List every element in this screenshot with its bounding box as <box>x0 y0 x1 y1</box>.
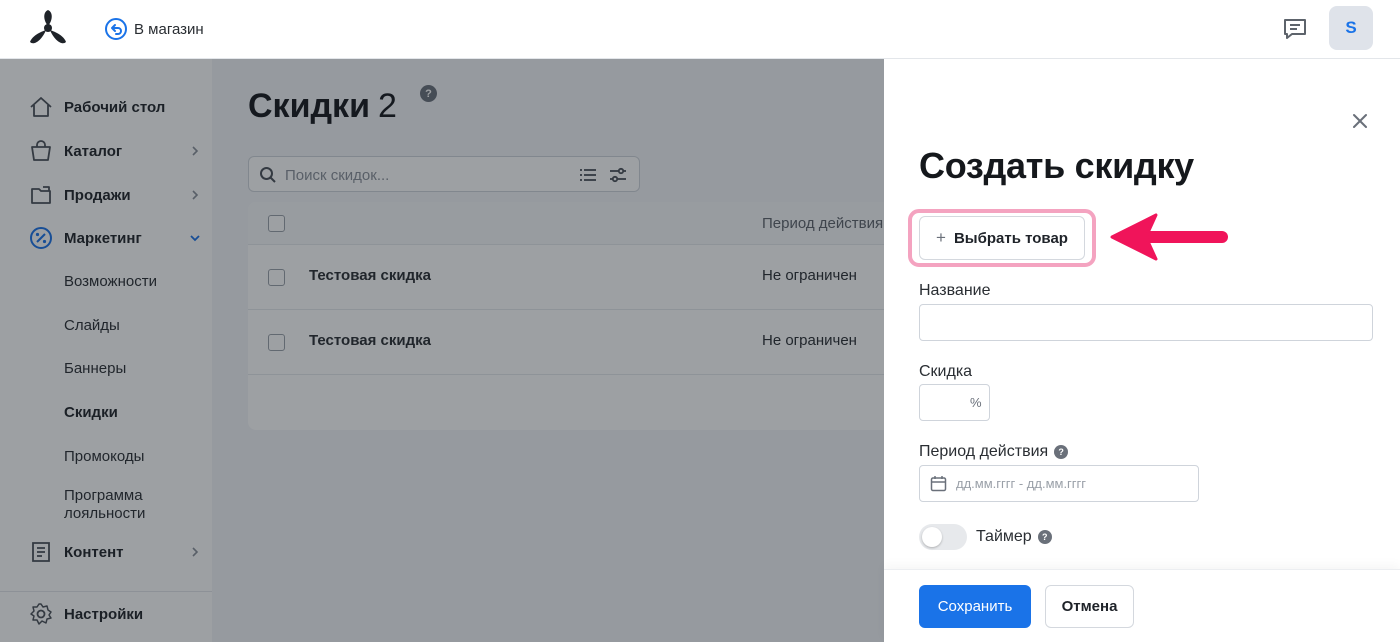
name-field <box>919 304 1373 341</box>
drawer-footer: Сохранить Отмена <box>884 569 1400 642</box>
logo-icon[interactable] <box>26 8 70 48</box>
discount-field-label: Скидка <box>919 363 972 381</box>
period-field-label: Период действия ? <box>919 443 1069 461</box>
chat-icon[interactable] <box>1282 16 1308 42</box>
discount-input[interactable] <box>928 394 966 410</box>
help-icon[interactable]: ? <box>1037 530 1052 544</box>
back-arrow-icon <box>105 18 127 40</box>
modal-backdrop[interactable] <box>0 59 884 642</box>
pick-product-button[interactable]: + Выбрать товар <box>919 216 1085 260</box>
pointer-arrow-icon <box>1110 213 1228 261</box>
period-field[interactable] <box>919 465 1199 502</box>
pick-product-label: Выбрать товар <box>953 229 1068 247</box>
timer-label-text: Таймер <box>976 528 1032 545</box>
name-input[interactable] <box>930 314 1360 330</box>
period-label-text: Период действия <box>919 443 1049 460</box>
plus-icon: + <box>936 228 946 247</box>
create-discount-drawer: Создать скидку + Выбрать товар Название … <box>884 59 1400 642</box>
drawer-title: Создать скидку <box>919 145 1194 186</box>
discount-field: % <box>919 384 990 421</box>
back-to-store-label: В магазин <box>134 20 204 38</box>
period-input[interactable] <box>956 476 1186 491</box>
calendar-icon <box>930 476 947 492</box>
back-to-store-link[interactable]: В магазин <box>104 17 204 41</box>
help-icon[interactable]: ? <box>1054 445 1069 459</box>
timer-label: Таймер ? <box>976 528 1052 546</box>
top-bar: В магазин S <box>0 0 1400 59</box>
toggle-knob <box>922 527 942 547</box>
cancel-button[interactable]: Отмена <box>1045 585 1134 628</box>
percent-sign: % <box>970 395 982 410</box>
avatar[interactable]: S <box>1329 6 1373 50</box>
close-icon[interactable] <box>1350 111 1370 131</box>
save-button[interactable]: Сохранить <box>919 585 1031 628</box>
timer-toggle[interactable] <box>919 524 967 550</box>
name-field-label: Название <box>919 282 991 300</box>
name-label-text: Название <box>919 282 991 299</box>
discount-label-text: Скидка <box>919 363 973 380</box>
